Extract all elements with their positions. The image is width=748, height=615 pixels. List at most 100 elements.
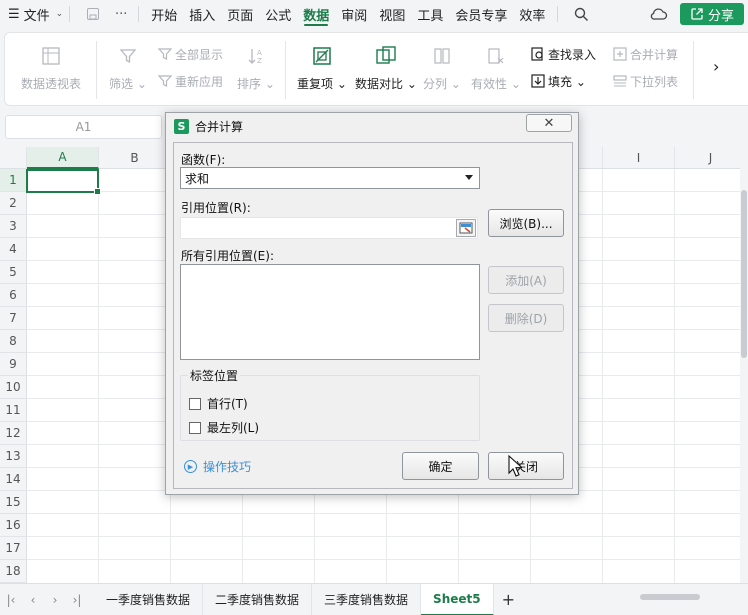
name-box[interactable]: A1 <box>5 115 162 139</box>
fill-icon <box>528 71 548 91</box>
menu-member[interactable]: 会员专享 <box>449 0 513 28</box>
next-sheet-button[interactable]: › <box>44 593 66 607</box>
divider <box>69 6 71 22</box>
row-header[interactable]: 3 <box>0 215 27 238</box>
data-compare-button[interactable]: 数据对比 ⌄ <box>355 43 417 92</box>
duplicates-button[interactable]: 重复项 ⌄ <box>297 43 347 92</box>
column-header-a[interactable]: A <box>27 147 99 169</box>
mouse-cursor-icon <box>508 455 522 477</box>
fill-button[interactable]: 填充 ⌄ <box>528 71 586 91</box>
menu-data[interactable]: 数据 <box>297 0 335 28</box>
share-button[interactable]: 分享 <box>679 3 744 25</box>
close-button[interactable]: 关闭 <box>488 452 564 480</box>
row-header[interactable]: 8 <box>0 330 27 353</box>
file-menu[interactable]: ☰ 文件 ⌄ <box>0 0 63 28</box>
cloud-icon[interactable] <box>648 3 670 25</box>
save-icon[interactable] <box>82 3 104 25</box>
column-header-j[interactable]: J <box>675 147 740 169</box>
row-header[interactable]: 6 <box>0 284 27 307</box>
menu-formula[interactable]: 公式 <box>259 0 297 28</box>
gridline <box>602 169 603 583</box>
search-icon[interactable] <box>570 3 592 25</box>
menu-efficiency[interactable]: 效率 <box>513 0 551 28</box>
sort-button[interactable]: AZ 排序 ⌄ <box>237 43 275 92</box>
sheet-tab-q1[interactable]: 一季度销售数据 <box>94 583 204 615</box>
validity-button[interactable]: 有效性 ⌄ <box>471 43 521 92</box>
row-header[interactable]: 7 <box>0 307 27 330</box>
sort-label: 排序 <box>237 77 262 91</box>
hamburger-icon: ☰ <box>8 6 20 22</box>
consolidate-dialog: S 合并计算 ✕ 函数(F): 求和 引用位置(R): 浏览(B)... 所有引… <box>165 112 579 495</box>
delete-button[interactable]: 删除(D) <box>488 304 564 332</box>
prev-sheet-button[interactable]: ‹ <box>22 593 44 607</box>
last-sheet-button[interactable]: ›| <box>66 593 88 607</box>
svg-text:A: A <box>257 49 262 57</box>
first-row-checkbox[interactable]: 首行(T) <box>189 395 248 412</box>
consolidate-label: 合并计算 <box>630 47 679 62</box>
row-header[interactable]: 17 <box>0 537 27 560</box>
dropdown-list-button[interactable]: 下拉列表 <box>610 71 678 91</box>
select-all-corner[interactable] <box>0 147 27 169</box>
gridline <box>27 513 740 514</box>
add-button[interactable]: 添加(A) <box>488 266 564 294</box>
row-header[interactable]: 10 <box>0 376 27 399</box>
more-icon[interactable]: ··· <box>110 3 132 25</box>
scrollbar-thumb[interactable] <box>741 190 747 358</box>
row-header[interactable]: 18 <box>0 560 27 583</box>
find-entry-button[interactable]: 查找录入 <box>528 44 596 64</box>
row-header[interactable]: 4 <box>0 238 27 261</box>
menu-home[interactable]: 开始 <box>145 0 183 28</box>
row-header[interactable]: 5 <box>0 261 27 284</box>
funnel-refresh-icon <box>155 71 175 91</box>
show-all-button[interactable]: 全部显示 <box>155 44 223 64</box>
collapse-dialog-button[interactable] <box>456 219 476 237</box>
horizontal-scrollbar-thumb[interactable] <box>640 594 700 600</box>
first-sheet-button[interactable]: |‹ <box>0 593 22 607</box>
fill-label: 填充 <box>548 74 573 89</box>
menu-page[interactable]: 页面 <box>221 0 259 28</box>
vertical-scrollbar[interactable] <box>740 170 748 580</box>
column-header-b[interactable]: B <box>99 147 171 169</box>
sheet-tab-q3[interactable]: 三季度销售数据 <box>312 583 422 615</box>
dialog-close-button[interactable]: ✕ <box>526 114 572 132</box>
browse-button[interactable]: 浏览(B)... <box>488 209 564 237</box>
row-header[interactable]: 1 <box>0 169 27 192</box>
row-header[interactable]: 9 <box>0 353 27 376</box>
sheet-tab-sheet5[interactable]: Sheet5 <box>421 583 494 615</box>
ok-button[interactable]: 确定 <box>402 452 479 480</box>
split-column-icon <box>429 43 455 69</box>
row-header[interactable]: 11 <box>0 399 27 422</box>
dropdown-list-label: 下拉列表 <box>630 74 679 89</box>
filter-button[interactable]: 筛选 ⌄ <box>109 43 147 92</box>
dropdown-list-icon <box>610 71 630 91</box>
menu-view[interactable]: 视图 <box>373 0 411 28</box>
pivot-table-button[interactable]: 数据透视表 <box>21 43 81 92</box>
file-menu-label: 文件 <box>23 8 50 24</box>
menu-insert[interactable]: 插入 <box>183 0 221 28</box>
sheet-tab-bar: |‹ ‹ › ›| 一季度销售数据 二季度销售数据 三季度销售数据 Sheet5… <box>0 583 748 615</box>
tips-link[interactable]: ▶ 操作技巧 <box>184 458 251 475</box>
ribbon-scroll-right[interactable]: › <box>713 57 719 76</box>
menu-review[interactable]: 审阅 <box>335 0 373 28</box>
row-header[interactable]: 13 <box>0 445 27 468</box>
consolidate-icon <box>610 44 630 64</box>
row-header[interactable]: 14 <box>0 468 27 491</box>
row-header[interactable]: 15 <box>0 491 27 514</box>
duplicates-icon <box>309 43 335 69</box>
left-column-checkbox[interactable]: 最左列(L) <box>189 419 259 436</box>
function-select[interactable]: 求和 <box>180 167 480 189</box>
all-references-list[interactable] <box>180 264 480 360</box>
row-header[interactable]: 12 <box>0 422 27 445</box>
menu-tools[interactable]: 工具 <box>411 0 449 28</box>
reference-input[interactable] <box>180 217 478 239</box>
sheet-tab-q2[interactable]: 二季度销售数据 <box>203 583 313 615</box>
add-sheet-button[interactable]: + <box>494 590 523 609</box>
split-column-button[interactable]: 分列 ⌄ <box>423 43 461 92</box>
selected-cell-a1[interactable] <box>26 169 101 195</box>
column-header-i[interactable]: I <box>603 147 675 169</box>
filter-label: 筛选 <box>109 77 134 91</box>
row-header[interactable]: 16 <box>0 514 27 537</box>
row-header[interactable]: 2 <box>0 192 27 215</box>
consolidate-button[interactable]: 合并计算 <box>610 44 678 64</box>
reapply-button[interactable]: 重新应用 <box>155 71 223 91</box>
